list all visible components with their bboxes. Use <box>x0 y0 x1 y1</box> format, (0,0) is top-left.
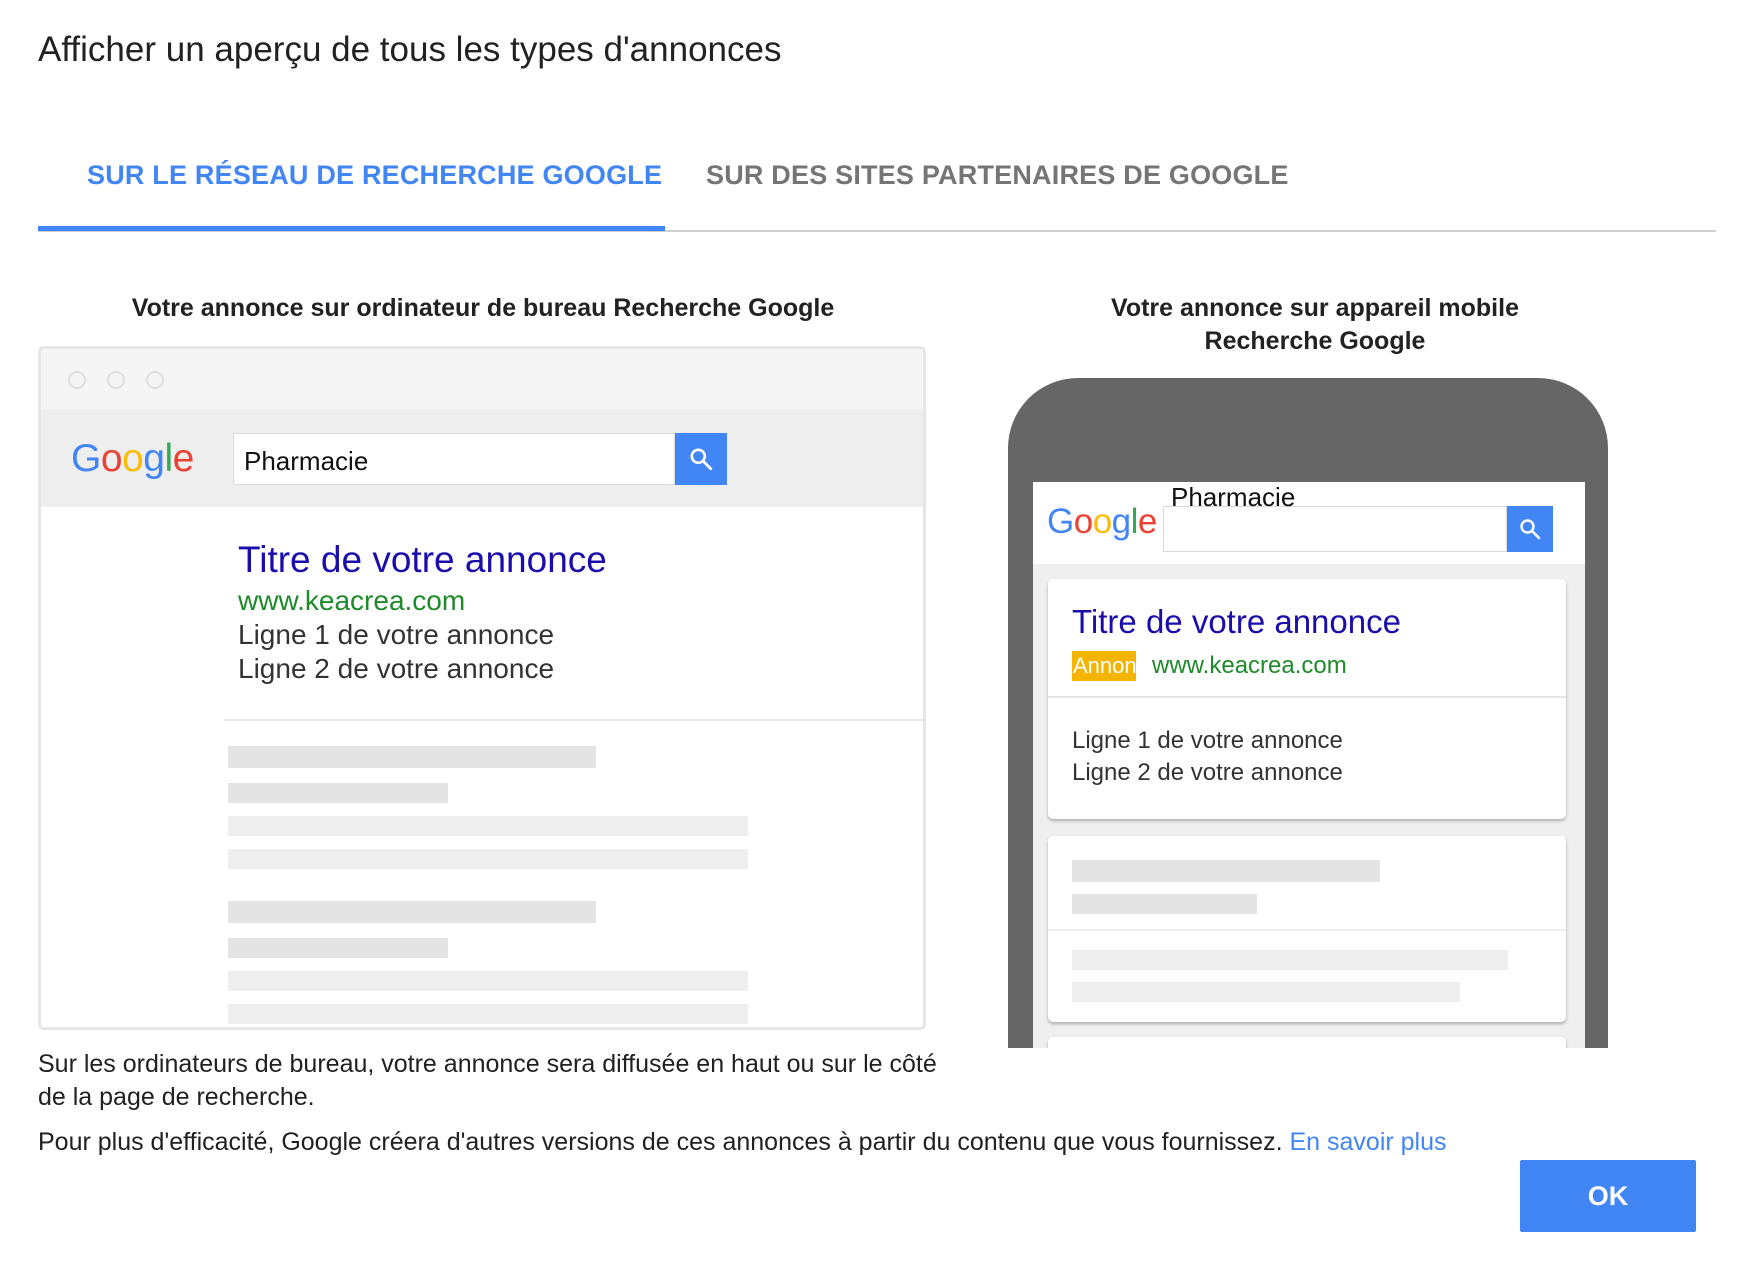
browser-titlebar <box>41 349 923 409</box>
learn-more-link[interactable]: En savoir plus <box>1289 1128 1446 1156</box>
active-tab-indicator <box>38 226 665 231</box>
efficiency-note-text: Pour plus d'efficacité, Google créera d'… <box>38 1128 1283 1156</box>
dialog-title: Afficher un aperçu de tous les types d'a… <box>38 30 782 69</box>
placeholder-bar <box>228 1004 748 1024</box>
logo-letter: o <box>1073 502 1093 541</box>
ad-line-2: Ligne 2 de votre annonce <box>1072 759 1343 786</box>
ad-title: Titre de votre annonce <box>1072 603 1401 640</box>
mobile-search-button <box>1507 506 1553 552</box>
logo-letter: e <box>1137 502 1157 541</box>
mobile-heading-line2: Recherche Google <box>1204 327 1426 355</box>
ad-badge: Annon <box>1072 651 1136 681</box>
window-dot-icon <box>68 371 86 389</box>
placeholder-bar <box>228 901 596 923</box>
mobile-ad-card: Titre de votre annonce Annon www.keacrea… <box>1048 579 1566 819</box>
desktop-search-button <box>675 433 727 485</box>
mobile-result-card <box>1048 836 1566 1022</box>
phone-screen: Google Pharmacie Titre de votre annonce … <box>1033 482 1585 1048</box>
results-divider <box>224 719 923 721</box>
ad-url: www.keacrea.com <box>1152 652 1347 679</box>
logo-letter: o <box>1092 502 1112 541</box>
placeholder-bar <box>228 849 748 869</box>
placeholder-bar <box>228 746 596 768</box>
card-divider <box>1048 929 1566 931</box>
logo-letter: l <box>1130 502 1139 541</box>
placeholder-bar <box>228 938 448 958</box>
mobile-search-bar: Google Pharmacie <box>1033 482 1585 564</box>
mobile-preview-heading: Votre annonce sur appareil mobile Recher… <box>1010 292 1620 358</box>
desktop-placement-note: Sur les ordinateurs de bureau, votre ann… <box>38 1050 937 1111</box>
logo-letter: G <box>1047 502 1074 541</box>
search-icon <box>1520 519 1541 540</box>
search-icon <box>690 448 713 471</box>
logo-letter: l <box>164 437 173 480</box>
desktop-preview-heading: Votre annonce sur ordinateur de bureau R… <box>131 294 835 322</box>
google-logo: Google <box>71 437 194 481</box>
ad-line-2: Ligne 2 de votre annonce <box>238 653 555 684</box>
desktop-search-input: Pharmacie <box>233 433 675 485</box>
logo-letter: g <box>1111 502 1131 541</box>
mobile-heading-line1: Votre annonce sur appareil mobile <box>1111 294 1519 322</box>
placeholder-bar <box>1072 860 1380 882</box>
tab-search-network[interactable]: SUR LE RÉSEAU DE RECHERCHE GOOGLE <box>87 160 662 191</box>
window-dot-icon <box>107 371 125 389</box>
mobile-result-card <box>1048 1037 1566 1048</box>
ok-button[interactable]: OK <box>1520 1160 1696 1232</box>
logo-letter: e <box>172 437 195 480</box>
placeholder-bar <box>1072 950 1508 970</box>
logo-letter: g <box>143 437 165 480</box>
ad-title: Titre de votre annonce <box>238 539 607 580</box>
placeholder-bar <box>228 816 748 836</box>
logo-letter: o <box>100 437 123 480</box>
search-query: Pharmacie <box>244 446 369 476</box>
browser-search-bar: Google Pharmacie <box>41 409 923 507</box>
ad-line-1: Ligne 1 de votre annonce <box>238 619 555 650</box>
logo-letter: G <box>71 437 101 480</box>
ad-url: www.keacrea.com <box>238 585 466 616</box>
window-dot-icon <box>146 371 164 389</box>
search-query: Pharmacie <box>1171 482 1296 512</box>
placeholder-bar <box>1072 894 1257 914</box>
placeholder-bar <box>228 971 748 991</box>
tab-partner-sites[interactable]: SUR DES SITES PARTENAIRES DE GOOGLE <box>706 160 1289 191</box>
logo-letter: o <box>122 437 144 480</box>
ad-line-1: Ligne 1 de votre annonce <box>1072 727 1343 754</box>
desktop-browser-preview: Google Pharmacie Titre de votre annonce … <box>38 346 926 1030</box>
google-logo: Google <box>1047 502 1157 542</box>
card-divider <box>1048 696 1566 698</box>
efficiency-note: Pour plus d'efficacité, Google créera d'… <box>38 1126 1447 1159</box>
placeholder-bar <box>228 783 448 803</box>
placeholder-bar <box>1072 982 1460 1002</box>
